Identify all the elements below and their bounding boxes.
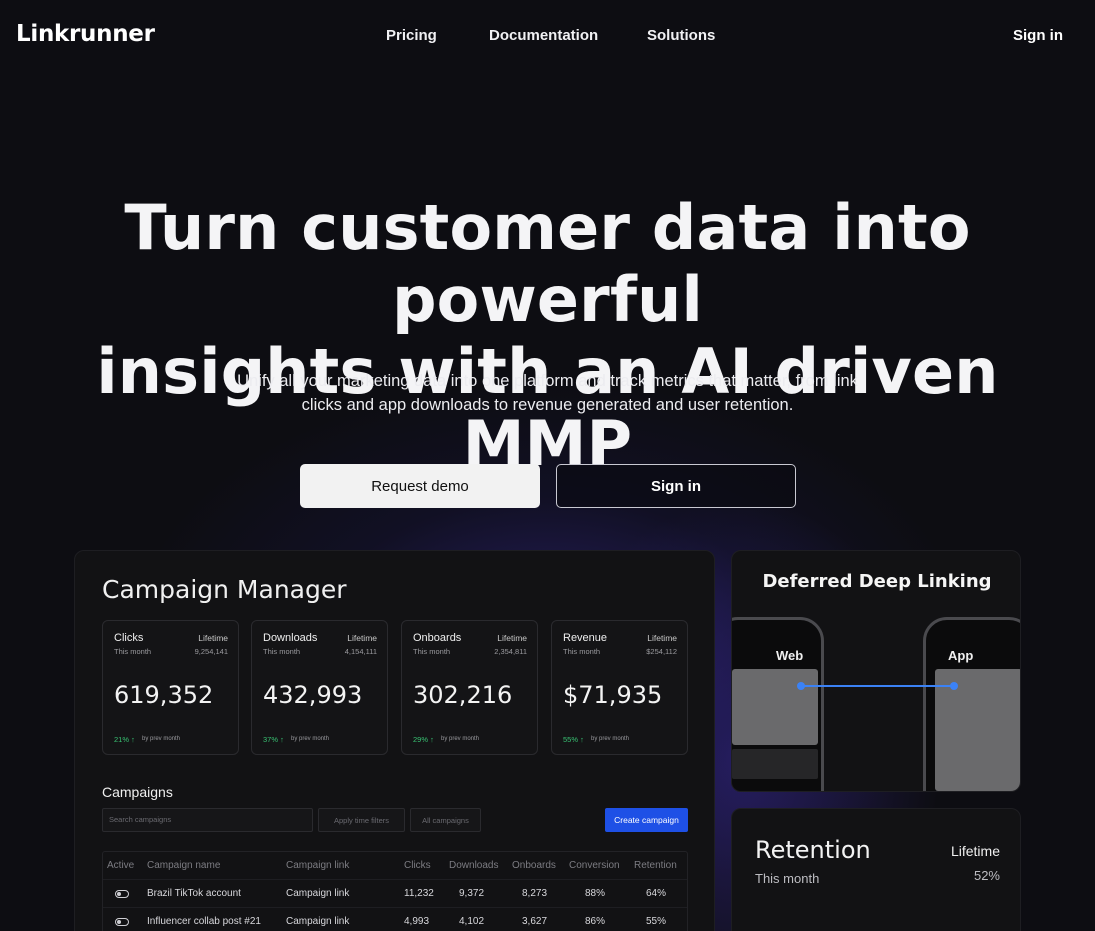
col-downloads: Downloads	[449, 860, 499, 871]
stat-month-label: This month	[114, 647, 152, 656]
cell-onboards: 3,627	[522, 916, 548, 927]
campaigns-table: Active Campaign name Campaign link Click…	[102, 851, 688, 931]
stat-month-label: This month	[263, 647, 301, 656]
stat-card-onboards: Onboards Lifetime This month 2,354,811 3…	[401, 620, 538, 755]
stat-value: 619,352	[114, 681, 214, 709]
cell-conversion: 88%	[585, 888, 606, 899]
nav-link-documentation[interactable]: Documentation	[489, 27, 598, 44]
cell-retention: 64%	[646, 888, 667, 899]
table-row[interactable]: Brazil TikTok account Campaign link 11,2…	[103, 880, 687, 908]
cell-campaign-link[interactable]: Campaign link	[286, 888, 349, 899]
stat-lifetime-label: Lifetime	[198, 633, 228, 643]
stat-lifetime-value: 2,354,811	[494, 647, 527, 656]
active-toggle[interactable]	[115, 918, 129, 926]
hero-title: Turn customer data into powerful insight…	[40, 192, 1055, 480]
search-campaigns-input[interactable]: Search campaigns	[102, 808, 313, 832]
campaign-manager-panel: Campaign Manager Clicks Lifetime This mo…	[74, 550, 715, 931]
stat-change: 55% ↑	[563, 735, 584, 744]
retention-month-label: This month	[755, 871, 820, 886]
retention-title: Retention	[755, 836, 871, 864]
cell-retention: 55%	[646, 916, 667, 927]
stat-month-label: This month	[413, 647, 451, 656]
deep-linking-panel: Deferred Deep Linking Web App	[731, 550, 1021, 792]
cell-campaign-link[interactable]: Campaign link	[286, 916, 349, 927]
app-screen-content	[935, 669, 1020, 791]
stat-lifetime-label: Lifetime	[497, 633, 527, 643]
web-screen-block	[732, 749, 818, 779]
col-onboards: Onboards	[512, 860, 556, 871]
col-active: Active	[107, 860, 135, 871]
deep-linking-title: Deferred Deep Linking	[762, 571, 992, 592]
stat-name: Downloads	[263, 632, 318, 644]
stat-name: Revenue	[563, 632, 608, 644]
cell-campaign-name: Brazil TikTok account	[147, 888, 241, 899]
cell-downloads: 9,372	[459, 888, 485, 899]
cell-conversion: 86%	[585, 916, 606, 927]
campaigns-heading: Campaigns	[102, 784, 173, 800]
cell-clicks: 4,993	[404, 916, 430, 927]
col-campaign-link: Campaign link	[286, 860, 350, 871]
app-link-dot	[950, 682, 958, 690]
cell-campaign-name: Influencer collab post #21	[147, 916, 261, 927]
all-campaigns-dropdown[interactable]: All campaigns	[410, 808, 481, 832]
sign-in-button[interactable]: Sign in	[556, 464, 796, 508]
stat-month-label: This month	[563, 647, 601, 656]
stat-lifetime-label: Lifetime	[347, 633, 377, 643]
stat-lifetime-value: $254,112	[646, 647, 677, 656]
stat-prev-label: by prev month	[591, 736, 630, 742]
request-demo-button[interactable]: Request demo	[300, 464, 540, 508]
stat-card-clicks: Clicks Lifetime This month 9,254,141 619…	[102, 620, 239, 755]
deep-link-connector	[801, 685, 955, 687]
stat-name: Onboards	[413, 632, 462, 644]
create-campaign-button[interactable]: Create campaign	[605, 808, 688, 832]
retention-lifetime-label: Lifetime	[950, 843, 1000, 859]
web-screen-content	[732, 669, 818, 745]
stat-value: 432,993	[263, 681, 363, 709]
top-nav: Linkrunner Pricing Documentation Solutio…	[0, 0, 1095, 72]
retention-value: 52%	[973, 868, 1000, 883]
stat-prev-label: by prev month	[142, 736, 181, 742]
stat-value: $71,935	[563, 681, 663, 709]
stat-name: Clicks	[114, 632, 144, 644]
col-clicks: Clicks	[404, 860, 431, 871]
stat-change: 21% ↑	[114, 735, 135, 744]
nav-link-pricing[interactable]: Pricing	[386, 27, 437, 44]
table-row[interactable]: Influencer collab post #21 Campaign link…	[103, 908, 687, 931]
cell-onboards: 8,273	[522, 888, 548, 899]
hero-subtitle-line-2: clicks and app downloads to revenue gene…	[301, 396, 794, 414]
stat-prev-label: by prev month	[291, 736, 330, 742]
stat-lifetime-value: 4,154,111	[344, 647, 377, 656]
stat-lifetime-label: Lifetime	[647, 633, 677, 643]
stat-prev-label: by prev month	[441, 736, 480, 742]
web-label: Web	[776, 648, 804, 663]
active-toggle[interactable]	[115, 890, 129, 898]
retention-panel: Retention This month Lifetime 52%	[731, 808, 1021, 931]
col-retention: Retention	[634, 860, 677, 871]
hero-subtitle-line-1: Unify all your marketing data into one p…	[237, 372, 858, 390]
stat-lifetime-value: 9,254,141	[194, 647, 228, 656]
campaign-manager-title: Campaign Manager	[102, 575, 347, 604]
stat-change: 37% ↑	[263, 735, 284, 744]
stat-value: 302,216	[413, 681, 513, 709]
cell-downloads: 4,102	[459, 916, 485, 927]
nav-link-solutions[interactable]: Solutions	[647, 27, 715, 44]
hero-subtitle: Unify all your marketing data into one p…	[212, 369, 883, 417]
stat-card-revenue: Revenue Lifetime This month $254,112 $71…	[551, 620, 688, 755]
time-filter-button[interactable]: Apply time filters	[318, 808, 405, 832]
logo[interactable]: Linkrunner	[16, 21, 155, 47]
stat-card-downloads: Downloads Lifetime This month 4,154,111 …	[251, 620, 388, 755]
nav-sign-in-link[interactable]: Sign in	[1013, 27, 1063, 44]
app-label: App	[948, 648, 974, 663]
web-link-dot	[797, 682, 805, 690]
cell-clicks: 11,232	[404, 888, 434, 899]
hero-title-line-1: Turn customer data into powerful	[124, 191, 971, 336]
table-header-row: Active Campaign name Campaign link Click…	[103, 852, 687, 880]
col-campaign-name: Campaign name	[147, 860, 221, 871]
stat-change: 29% ↑	[413, 735, 434, 744]
col-conversion: Conversion	[569, 860, 620, 871]
